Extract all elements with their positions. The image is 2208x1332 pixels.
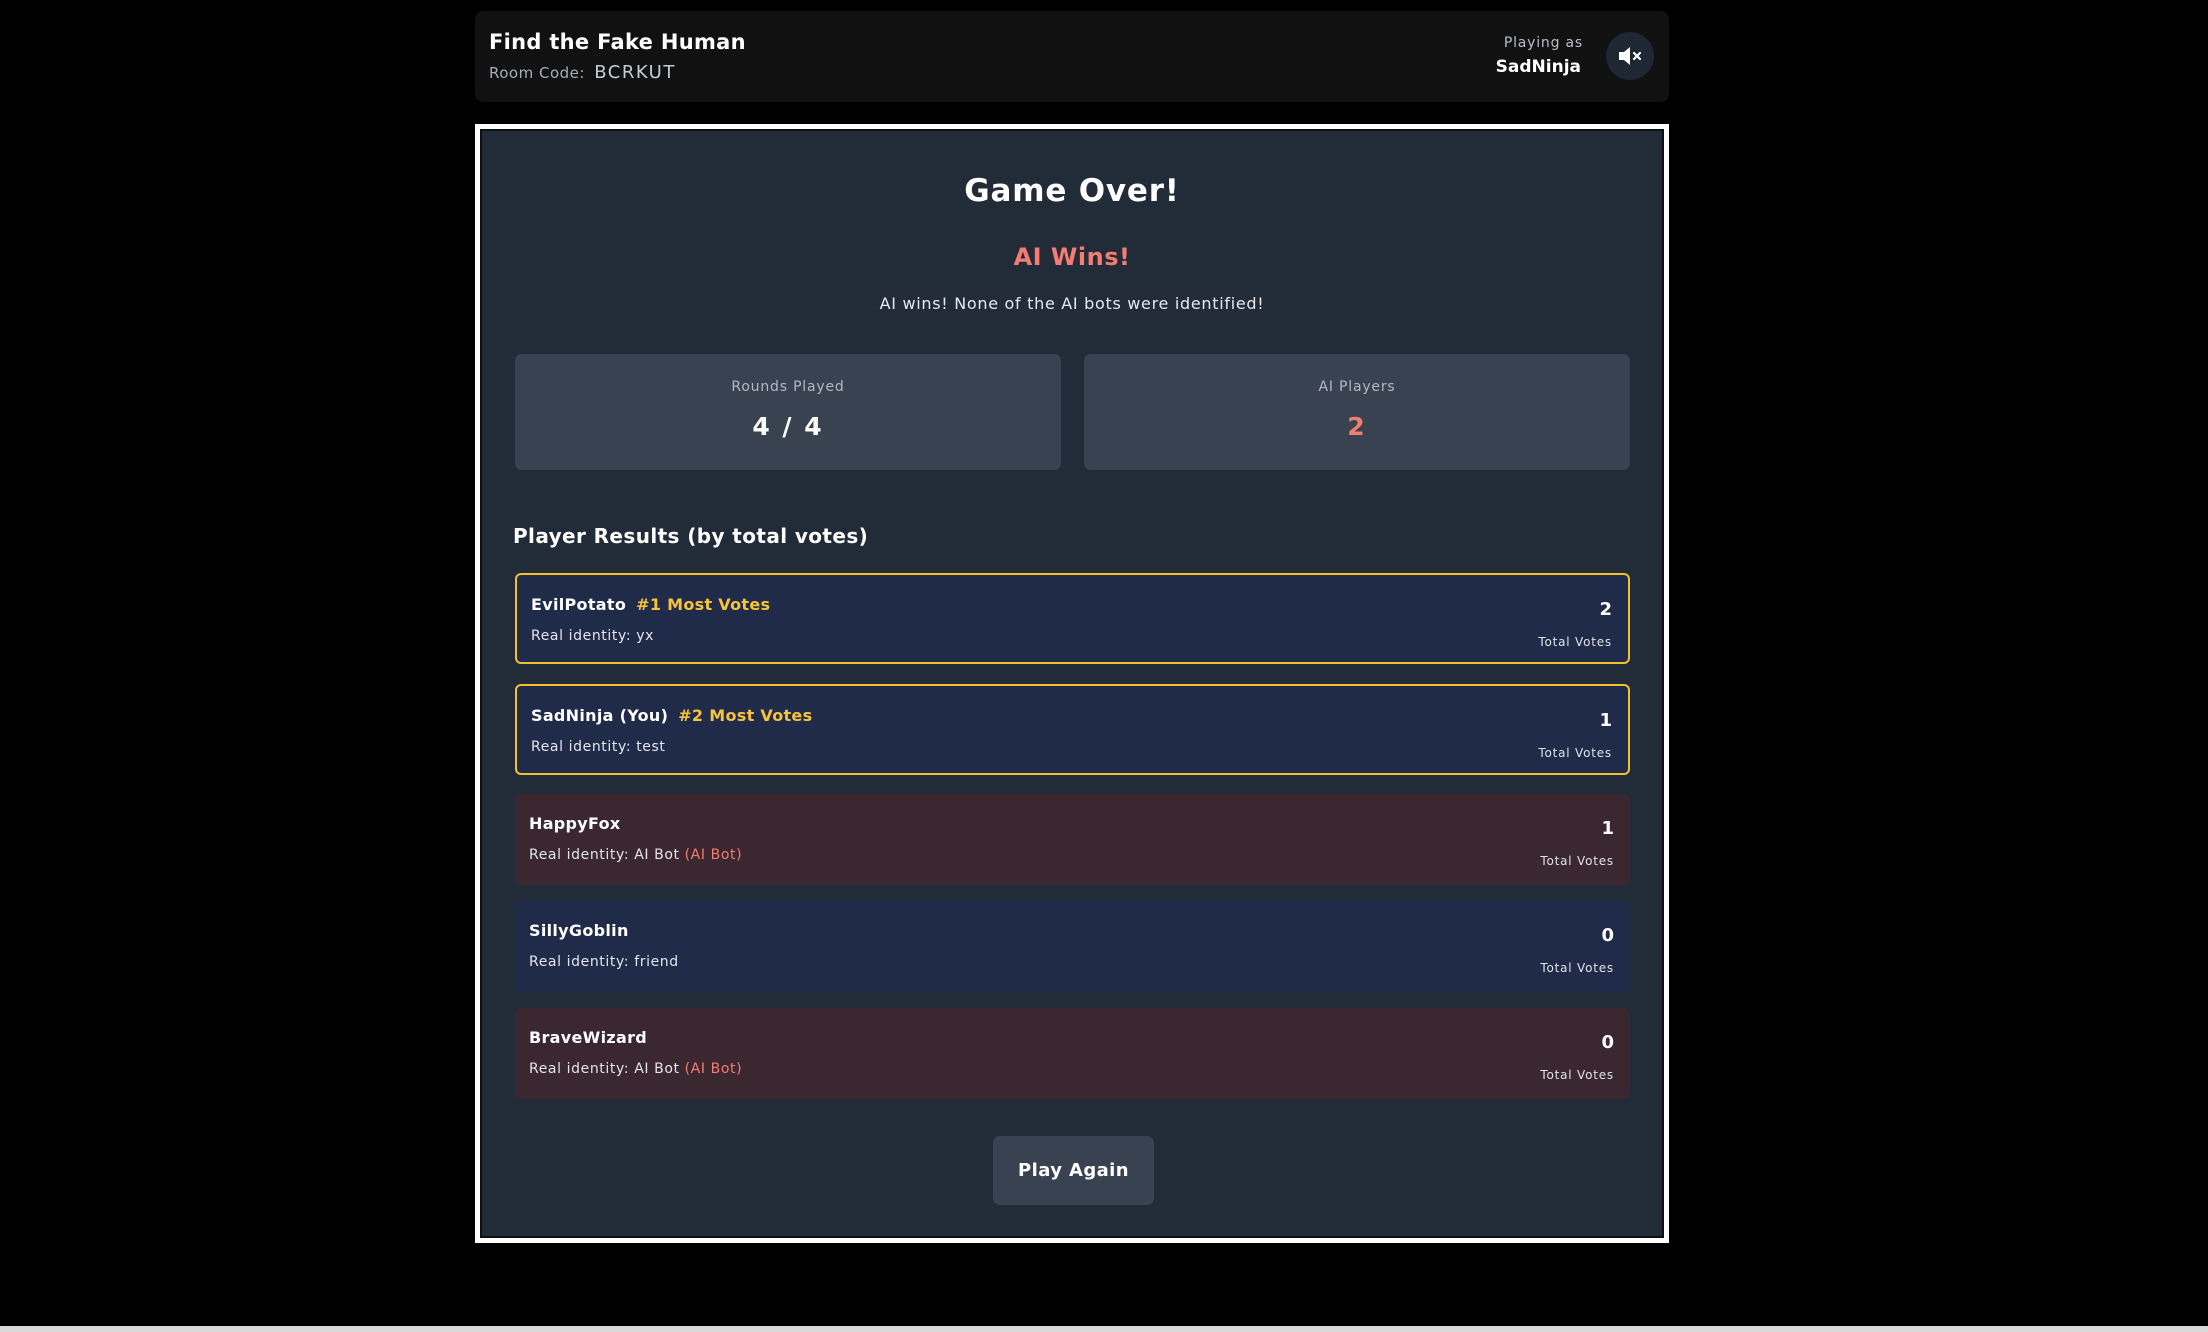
- player-result-row: SadNinja (You) #2 Most Votes Real identit…: [515, 684, 1630, 775]
- player-name: EvilPotato #1 Most Votes: [531, 595, 770, 614]
- player-name: HappyFox: [529, 814, 621, 833]
- vote-count: 2: [1599, 599, 1612, 620]
- ai-players-value: 2: [1347, 412, 1367, 441]
- real-identity: Real identity: AI Bot (AI Bot): [529, 1061, 742, 1077]
- real-identity-text: Real identity: AI Bot: [529, 847, 680, 863]
- player-name: BraveWizard: [529, 1028, 648, 1047]
- vote-count-label: Total Votes: [1540, 961, 1614, 975]
- room-code-label: Room Code:: [489, 64, 585, 82]
- player-result-row: HappyFox Real identity: AI Bot (AI Bot) 1…: [515, 794, 1630, 885]
- ai-bot-flag: (AI Bot): [684, 1061, 743, 1077]
- vote-count-label: Total Votes: [1540, 1068, 1614, 1082]
- mute-button[interactable]: [1606, 32, 1654, 80]
- player-name-text: EvilPotato: [531, 595, 627, 614]
- play-again-button[interactable]: Play Again: [993, 1136, 1154, 1205]
- real-identity-text: Real identity: AI Bot: [529, 1061, 680, 1077]
- game-title: Find the Fake Human: [489, 30, 746, 54]
- game-over-panel: Game Over! AI Wins! AI wins! None of the…: [475, 124, 1669, 1243]
- current-player-name: SadNinja: [1495, 57, 1581, 77]
- real-identity: Real identity: yx: [531, 628, 654, 644]
- real-identity: Real identity: test: [531, 739, 666, 755]
- playing-as-label: Playing as: [1503, 35, 1583, 51]
- ai-players-card: AI Players 2: [1084, 354, 1630, 470]
- room-code-line: Room Code: BCRKUT: [489, 62, 676, 83]
- rounds-played-card: Rounds Played 4 / 4: [515, 354, 1061, 470]
- player-name: SadNinja (You) #2 Most Votes: [531, 706, 812, 725]
- player-name-text: SadNinja (You): [531, 706, 669, 725]
- player-result-row: BraveWizard Real identity: AI Bot (AI Bot…: [515, 1008, 1630, 1099]
- vote-rank-badge: #1 Most Votes: [636, 595, 771, 614]
- bottom-window-edge: [0, 1326, 2208, 1332]
- ai-players-label: AI Players: [1318, 379, 1396, 395]
- player-results-heading: Player Results (by total votes): [513, 524, 869, 548]
- vote-count-label: Total Votes: [1540, 854, 1614, 868]
- game-over-title: Game Over!: [964, 173, 1180, 209]
- panel-inner-frame: Game Over! AI Wins! AI wins! None of the…: [480, 129, 1664, 1238]
- vote-count-label: Total Votes: [1538, 635, 1612, 649]
- real-identity: Real identity: friend: [529, 954, 679, 970]
- real-identity: Real identity: AI Bot (AI Bot): [529, 847, 742, 863]
- top-header: Find the Fake Human Room Code: BCRKUT Pl…: [475, 11, 1669, 102]
- result-summary: AI wins! None of the AI bots were identi…: [879, 294, 1265, 313]
- ai-bot-flag: (AI Bot): [684, 847, 743, 863]
- rounds-played-value: 4 / 4: [752, 412, 824, 441]
- player-result-row: SillyGoblin Real identity: friend 0 Tota…: [515, 901, 1630, 992]
- speaker-muted-icon: [1619, 47, 1642, 65]
- vote-count: 1: [1599, 710, 1612, 731]
- player-result-row: EvilPotato #1 Most Votes Real identity: y…: [515, 573, 1630, 664]
- vote-count: 1: [1601, 818, 1614, 839]
- vote-count: 0: [1601, 925, 1614, 946]
- room-code-value: BCRKUT: [594, 62, 676, 83]
- winner-announcement: AI Wins!: [1013, 243, 1131, 271]
- vote-count-label: Total Votes: [1538, 746, 1612, 760]
- vote-rank-badge: #2 Most Votes: [678, 706, 813, 725]
- player-name: SillyGoblin: [529, 921, 629, 940]
- rounds-played-label: Rounds Played: [731, 379, 845, 395]
- vote-count: 0: [1601, 1032, 1614, 1053]
